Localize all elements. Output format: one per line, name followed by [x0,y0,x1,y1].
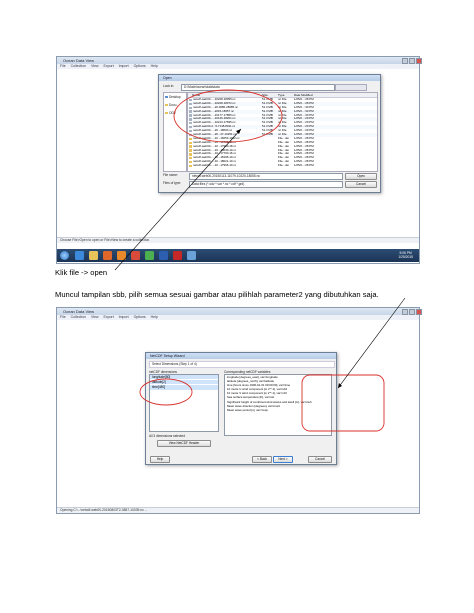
annotation-layer [114,89,406,432]
arrow-to-file [114,128,242,271]
arrow-to-file-head [236,129,241,134]
highlight-file-ellipse [173,89,283,143]
document-page: { "screenshot1": { "app_title": "Ocean D… [0,0,474,613]
arrow-to-variables [337,297,406,389]
highlight-variables-box [301,374,385,432]
highlight-dimensions-ellipse [139,378,193,406]
